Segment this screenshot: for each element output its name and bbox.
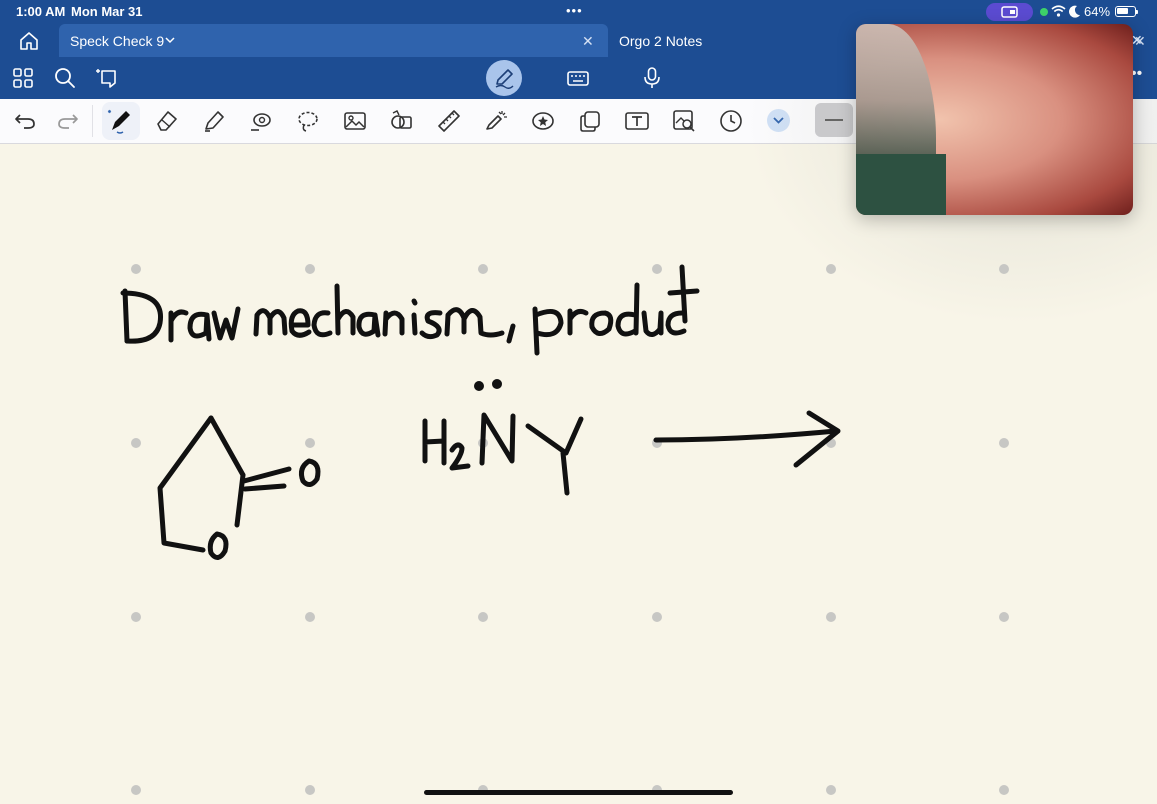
- home-icon[interactable]: [18, 30, 40, 52]
- home-indicator[interactable]: [424, 790, 733, 795]
- search-icon[interactable]: [52, 65, 78, 91]
- video-background: [856, 154, 946, 215]
- battery-percent: 64%: [1084, 4, 1111, 19]
- undo-icon[interactable]: [12, 108, 38, 134]
- close-tab-button[interactable]: ✕: [582, 33, 594, 50]
- status-bar: 1:00 AM Mon Mar 31 ••• 64%: [0, 0, 1157, 24]
- sticker-icon[interactable]: [389, 108, 415, 134]
- battery-icon: [1115, 6, 1138, 17]
- close-tab-button[interactable]: ✕: [1131, 32, 1143, 49]
- tools-dropdown-button[interactable]: [767, 109, 790, 132]
- ruler-icon[interactable]: [436, 108, 462, 134]
- wifi-icon: [1051, 5, 1066, 17]
- grid-icon[interactable]: [10, 65, 36, 91]
- pencil-mode-button[interactable]: [486, 60, 522, 96]
- shapes-icon[interactable]: [248, 108, 274, 134]
- reaction-arrow: [653, 410, 841, 468]
- note-canvas[interactable]: [0, 99, 1157, 804]
- eraser-icon[interactable]: [154, 108, 180, 134]
- handwriting-layer: [120, 264, 841, 560]
- multitask-dots[interactable]: •••: [566, 3, 583, 18]
- line-thickness-button[interactable]: [815, 103, 853, 137]
- lasso-icon[interactable]: [295, 108, 321, 134]
- pen-icon[interactable]: [107, 108, 133, 134]
- toolbar-divider: [92, 105, 93, 137]
- lasso-bookmark-icon[interactable]: [95, 65, 121, 91]
- text-box-icon[interactable]: [624, 108, 650, 134]
- tab-speck-check-9[interactable]: Speck Check 9 ✕: [59, 24, 608, 57]
- star-icon[interactable]: [530, 108, 556, 134]
- lactone-structure: [157, 415, 321, 560]
- status-date: Mon Mar 31: [71, 4, 143, 19]
- keyboard-icon[interactable]: [565, 65, 591, 91]
- screen-share-indicator[interactable]: [986, 3, 1033, 21]
- zoom-image-icon[interactable]: [671, 108, 697, 134]
- chevron-down-icon: [773, 117, 784, 124]
- redo-icon[interactable]: [55, 108, 81, 134]
- microphone-icon[interactable]: [639, 65, 665, 91]
- focus-moon-icon: [1069, 5, 1080, 18]
- copy-icon[interactable]: [577, 108, 603, 134]
- handwritten-title: [120, 264, 700, 356]
- clock-icon[interactable]: [718, 108, 744, 134]
- chevron-down-icon[interactable]: [165, 35, 175, 45]
- tab-label: Orgo 2 Notes: [619, 33, 703, 49]
- camera-in-use-dot: [1040, 8, 1048, 16]
- reagent-h2ny: [422, 379, 584, 496]
- video-call-pip[interactable]: [856, 24, 1133, 215]
- highlighter-icon[interactable]: [201, 108, 227, 134]
- pencil-mode-icon: [495, 69, 514, 89]
- laser-pointer-icon[interactable]: [483, 108, 509, 134]
- tab-label: Speck Check 9: [70, 33, 165, 49]
- image-icon[interactable]: [342, 108, 368, 134]
- status-time: 1:00 AM: [16, 4, 66, 19]
